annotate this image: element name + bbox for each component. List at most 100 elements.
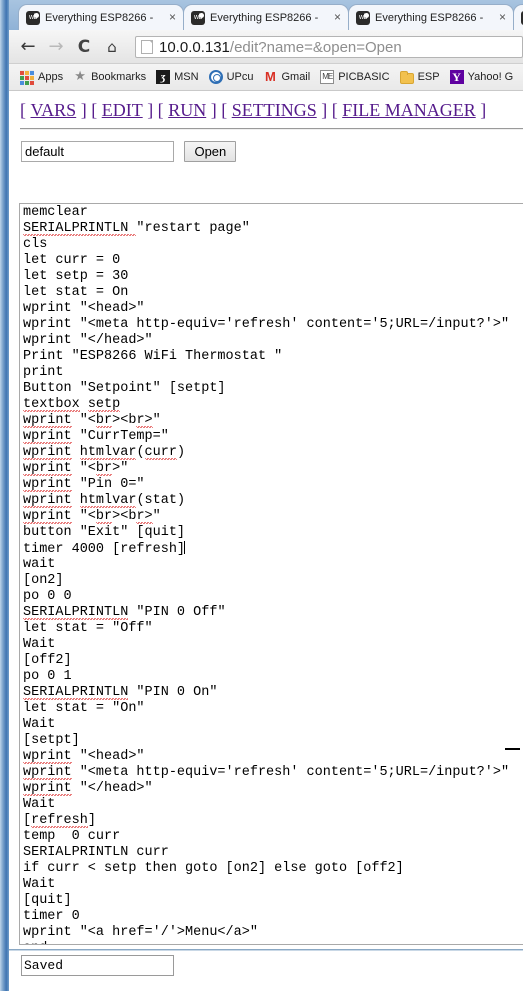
code-line: [refresh] xyxy=(23,813,96,828)
bookmark-apps[interactable]: Apps xyxy=(15,67,68,87)
msn-icon: ʒ xyxy=(156,70,171,84)
bookmark-msn[interactable]: ʒ MSN xyxy=(151,67,203,87)
spellcheck-underline: r> xyxy=(136,413,153,428)
code-line: let stat = "On" xyxy=(23,701,145,716)
spellcheck-underline: wprint xyxy=(23,413,72,428)
status-field: Saved xyxy=(21,955,174,976)
code-line: Wait xyxy=(23,717,56,732)
close-icon[interactable]: × xyxy=(166,10,179,24)
bookmark-bookmarks[interactable]: ★ Bookmarks xyxy=(68,67,151,87)
spellcheck-underline: SERIALPRINTLN xyxy=(23,685,129,700)
back-icon[interactable]: ← xyxy=(17,36,39,58)
bookmark-esp[interactable]: ESP xyxy=(395,67,445,87)
code-line: wprint "<head>" xyxy=(23,301,145,316)
nav-link-file-manager[interactable]: FILE MANAGER xyxy=(342,100,476,120)
code-line: let curr = 0 xyxy=(23,253,121,268)
reload-icon[interactable]: C xyxy=(73,36,95,58)
close-icon[interactable]: × xyxy=(496,10,509,24)
address-path: /edit?name=&open=Open xyxy=(229,38,402,56)
bookmark-yahoo[interactable]: Y Yahoo! G xyxy=(445,67,519,87)
browser-tab-4[interactable]: wb xyxy=(513,4,523,30)
code-line: po 0 0 xyxy=(23,589,72,604)
bookmark-label: Gmail xyxy=(281,71,311,83)
forward-icon[interactable]: → xyxy=(45,36,67,58)
nav-link-edit[interactable]: EDIT xyxy=(102,100,143,120)
nav-links: [ VARS ] [ EDIT ] [ RUN ] [ SETTINGS ] [… xyxy=(20,100,487,120)
spellcheck-underline: br xyxy=(95,461,113,476)
code-line: wprint "<br><br>" xyxy=(23,413,161,428)
horizontal-rule xyxy=(20,128,523,130)
code-line: wprint "<br><br>" xyxy=(23,509,161,524)
code-line: wprint "</head>" xyxy=(23,333,153,348)
bookmark-gmail[interactable]: M Gmail xyxy=(258,67,315,87)
spellcheck-underline: wprint xyxy=(23,509,72,524)
code-line: Wait xyxy=(23,877,56,892)
bookmark-label: Yahoo! G xyxy=(467,71,514,83)
code-line: wprint "<meta http-equiv='refresh' conte… xyxy=(23,765,510,780)
address-bar-text: 10.0.0.131/edit?name=&open=Open xyxy=(159,39,402,56)
code-line: SERIALPRINTLN "PIN 0 On" xyxy=(23,685,218,700)
nav-link-settings[interactable]: SETTINGS xyxy=(232,100,317,120)
spellcheck-underline: wprint xyxy=(23,749,72,764)
browser-tab-3[interactable]: wb Everything ESP8266 - × xyxy=(348,4,514,30)
spellcheck-underline: wprint xyxy=(23,765,72,780)
spellcheck-underline: wprint xyxy=(23,445,72,460)
code-line: SERIALPRINTLN "PIN 0 Off" xyxy=(23,605,226,620)
code-line: wprint "Pin 0=" xyxy=(23,477,145,492)
upcu-icon xyxy=(208,70,223,84)
nav-link-run[interactable]: RUN xyxy=(168,100,206,120)
horizontal-scrollbar-stub[interactable] xyxy=(505,748,520,750)
spellcheck-underline: r> xyxy=(136,509,153,524)
file-name-input[interactable] xyxy=(21,141,174,162)
wb-favicon-icon: wb xyxy=(191,10,205,25)
spellcheck-underline: setp xyxy=(87,397,121,412)
spellcheck-underline: wprint xyxy=(23,493,72,508)
browser-toolbar: ← → C ⌂ 10.0.0.131/edit?name=&open=Open xyxy=(9,30,523,64)
open-button[interactable]: Open xyxy=(184,141,237,162)
open-file-row: Open xyxy=(21,141,237,162)
code-line: button "Exit" [quit] xyxy=(23,525,186,540)
nav-link-vars[interactable]: VARS xyxy=(31,100,77,120)
spellcheck-underline: wprint xyxy=(23,781,72,796)
bookmarks-bar: Apps ★ Bookmarks ʒ MSN UPcu M Gmail ME P… xyxy=(9,64,523,91)
browser-tab-1[interactable]: wb Everything ESP8266 - × xyxy=(18,4,184,30)
code-line: wprint "<head>" xyxy=(23,749,145,764)
bookmark-label: ESP xyxy=(417,71,440,83)
browser-tab-2[interactable]: wb Everything ESP8266 - × xyxy=(183,4,349,30)
spellcheck-underline: curr xyxy=(144,445,177,460)
bookmark-label: Bookmarks xyxy=(91,71,147,83)
spellcheck-underline: br xyxy=(95,413,113,428)
code-line: let stat = On xyxy=(23,285,129,300)
code-line: po 0 1 xyxy=(23,669,72,684)
spellcheck-underline: textbox xyxy=(23,397,80,412)
wb-favicon-icon: wb xyxy=(26,10,40,25)
code-line: wprint "<meta http-equiv='refresh' conte… xyxy=(23,317,510,332)
code-line: [on2] xyxy=(23,573,64,588)
code-editor-textarea[interactable]: memclear SERIALPRINTLN "restart page" cls l… xyxy=(19,203,523,945)
apps-grid-icon xyxy=(20,70,34,85)
bookmark-label: Apps xyxy=(38,71,64,83)
code-line: [off2] xyxy=(23,653,72,668)
bookmark-label: MSN xyxy=(174,71,199,83)
gmail-icon: M xyxy=(265,69,276,84)
bookmark-upcu[interactable]: UPcu xyxy=(204,67,259,87)
tab-title: Everything ESP8266 - xyxy=(210,11,319,24)
bottom-rule xyxy=(9,949,523,951)
address-bar[interactable]: 10.0.0.131/edit?name=&open=Open xyxy=(135,36,523,58)
code-line: [setpt] xyxy=(23,733,80,748)
spellcheck-underline: SERIALPRINTLN xyxy=(23,605,129,620)
code-line: SERIALPRINTLN "restart page" xyxy=(23,221,250,236)
code-line: wait xyxy=(23,557,56,572)
home-icon[interactable]: ⌂ xyxy=(101,36,123,58)
browser-window: wb Everything ESP8266 - × wb Everything … xyxy=(0,0,523,991)
code-line: Wait xyxy=(23,797,56,812)
code-line: wprint htmlvar(stat) xyxy=(23,493,186,508)
bookmark-picbasic[interactable]: ME PICBASIC xyxy=(315,67,394,87)
code-line: [quit] xyxy=(23,893,72,908)
code-line: temp 0 curr xyxy=(23,829,121,844)
close-icon[interactable]: × xyxy=(331,10,344,24)
spellcheck-underline: wprint xyxy=(23,477,72,492)
spellcheck-underline: htmlvar xyxy=(79,493,137,508)
page-document-icon xyxy=(141,40,153,54)
code-line: wprint htmlvar(curr) xyxy=(23,445,186,460)
